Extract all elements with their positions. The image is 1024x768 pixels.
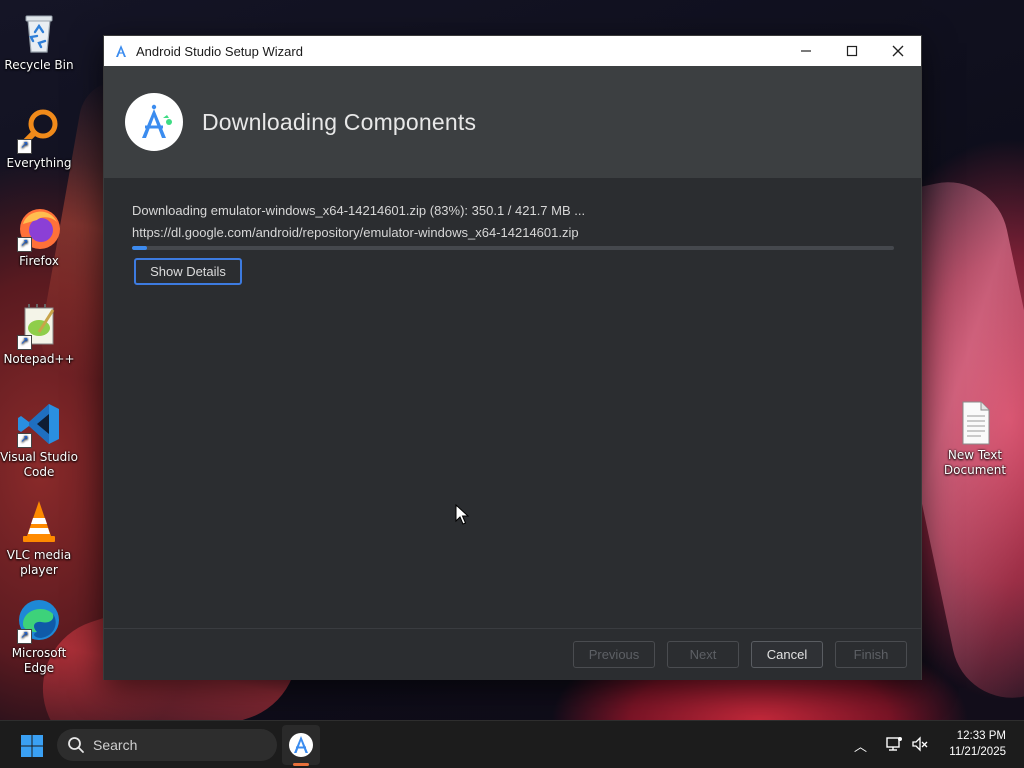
wizard-footer: Previous Next Cancel Finish <box>104 628 921 680</box>
vscode-icon: ↗ <box>15 400 63 448</box>
everything-search-icon: ↗ <box>15 106 63 154</box>
active-app-indicator <box>293 763 309 766</box>
clock-date: 11/21/2025 <box>949 746 1006 758</box>
page-title: Downloading Components <box>202 108 477 135</box>
show-details-button[interactable]: Show Details <box>134 258 242 285</box>
maximize-button[interactable] <box>829 36 875 66</box>
desktop-icon-label: Recycle Bin <box>4 58 74 72</box>
desktop-icon-everything[interactable]: ↗ Everything <box>0 106 81 171</box>
minimize-button[interactable] <box>783 36 829 66</box>
title-bar[interactable]: Android Studio Setup Wizard <box>104 36 921 66</box>
download-progress-fill <box>132 246 148 250</box>
finish-button[interactable]: Finish <box>835 641 907 668</box>
taskbar-app-android-studio[interactable] <box>282 725 320 765</box>
shortcut-arrow-icon: ↗ <box>17 335 32 350</box>
search-icon <box>68 737 84 753</box>
close-button[interactable] <box>875 36 921 66</box>
minimize-icon <box>801 50 811 52</box>
android-studio-small-icon <box>116 45 126 57</box>
network-icon[interactable] <box>885 735 903 753</box>
download-status-text: Downloading emulator-windows_x64-1421460… <box>132 203 586 218</box>
desktop-icon-new-text-document[interactable]: New Text Document <box>933 398 1017 478</box>
desktop-icon-label: Visual Studio Code <box>0 450 78 479</box>
shortcut-arrow-icon: ↗ <box>17 139 32 154</box>
desktop-icon-label: Notepad++ <box>3 352 75 366</box>
desktop-icon-label: Everything <box>6 156 72 170</box>
windows-start-icon[interactable] <box>20 734 44 758</box>
android-studio-logo-icon <box>125 93 183 151</box>
desktop-icon-label: VLC media player <box>6 548 72 577</box>
desktop-icon-label: Firefox <box>19 254 59 268</box>
desktop-icon-vscode[interactable]: ↗ Visual Studio Code <box>0 400 81 480</box>
mouse-cursor-icon <box>455 504 469 525</box>
download-progress-bar <box>132 246 894 250</box>
close-icon <box>892 45 904 57</box>
taskbar: Search ︿ 12:33 PM 11/21/2025 <box>0 720 1024 768</box>
text-document-icon <box>951 398 999 446</box>
desktop-icon-label: Microsoft Edge <box>11 646 67 675</box>
previous-button[interactable]: Previous <box>573 641 655 668</box>
maximize-icon <box>846 45 858 57</box>
taskbar-search-box[interactable]: Search <box>57 729 277 761</box>
wizard-header: Downloading Components <box>104 66 921 178</box>
android-studio-icon <box>289 733 313 757</box>
desktop-icon-label: New Text Document <box>943 448 1007 477</box>
firefox-icon: ↗ <box>15 204 63 252</box>
desktop-icon-firefox[interactable]: ↗ Firefox <box>0 204 81 269</box>
recycle-bin-icon <box>15 8 63 56</box>
download-url-text: https://dl.google.com/android/repository… <box>132 225 579 240</box>
setup-wizard-window: Android Studio Setup Wizard Downloading … <box>103 35 922 680</box>
notepad-plus-plus-icon: ↗ <box>15 302 63 350</box>
shortcut-arrow-icon: ↗ <box>17 237 32 252</box>
next-button[interactable]: Next <box>667 641 739 668</box>
window-title: Android Studio Setup Wizard <box>136 43 303 59</box>
edge-icon: ↗ <box>15 596 63 644</box>
desktop-icon-notepad-plus-plus[interactable]: ↗ Notepad++ <box>0 302 81 367</box>
search-placeholder: Search <box>93 737 138 753</box>
clock-time: 12:33 PM <box>956 730 1006 742</box>
desktop-icon-vlc[interactable]: VLC media player <box>0 498 81 578</box>
vlc-icon <box>15 498 63 546</box>
show-hidden-icons-chevron-icon[interactable]: ︿ <box>854 736 867 755</box>
wizard-content: Downloading emulator-windows_x64-1421460… <box>104 178 921 628</box>
volume-muted-icon[interactable] <box>911 735 929 753</box>
desktop-icon-edge[interactable]: ↗ Microsoft Edge <box>0 596 81 676</box>
desktop-icon-recycle-bin[interactable]: Recycle Bin <box>0 8 81 73</box>
shortcut-arrow-icon: ↗ <box>17 433 32 448</box>
system-clock[interactable]: 12:33 PM 11/21/2025 <box>949 728 1006 760</box>
cancel-button[interactable]: Cancel <box>751 641 823 668</box>
shortcut-arrow-icon: ↗ <box>17 629 32 644</box>
